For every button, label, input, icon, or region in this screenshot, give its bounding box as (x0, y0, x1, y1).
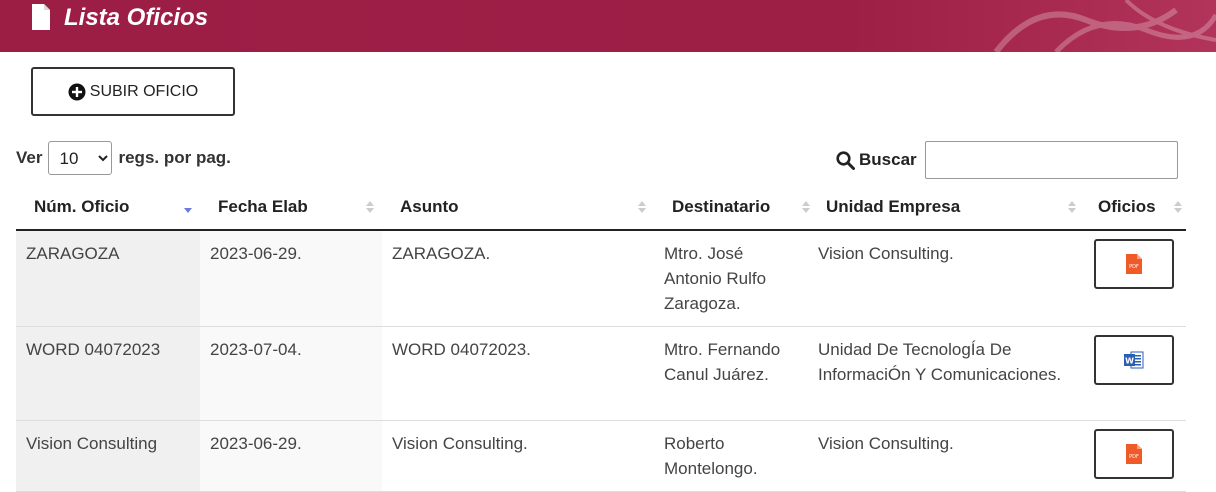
sort-icon (1068, 201, 1076, 213)
pdf-icon: PDF (1126, 444, 1142, 464)
col-header-label: Fecha Elab (218, 196, 308, 216)
page-length-select[interactable]: 10 (48, 141, 113, 175)
page-header: Lista Oficios (0, 0, 1216, 52)
col-header-label: Núm. Oficio (34, 196, 130, 216)
search-control: Buscar (836, 141, 1178, 179)
sort-icon (638, 201, 646, 213)
col-header-num-oficio[interactable]: Núm. Oficio (16, 184, 200, 231)
pdf-icon: PDF (1126, 254, 1142, 274)
svg-text:PDF: PDF (1129, 264, 1139, 270)
plus-circle-icon (68, 83, 86, 100)
page-length-control: Ver 10 regs. por pag. (16, 140, 231, 176)
col-header-oficios[interactable]: Oficios (1084, 184, 1186, 231)
col-header-destinatario[interactable]: Destinatario (654, 184, 810, 231)
cell-oficios: PDF (1084, 230, 1186, 327)
cell-num-oficio: ZARAGOZA (16, 230, 200, 327)
sort-icon (366, 201, 374, 213)
col-header-label: Asunto (400, 196, 459, 216)
cell-oficios: PDF (1084, 420, 1186, 492)
length-suffix: regs. por pag. (118, 148, 231, 167)
col-header-fecha-elab[interactable]: Fecha Elab (200, 184, 382, 231)
cell-asunto: Vision Consulting. (382, 420, 654, 492)
col-header-unidad-empresa[interactable]: Unidad Empresa (808, 184, 1084, 231)
sort-desc-icon (184, 208, 192, 213)
header-pattern (993, 0, 1216, 52)
cell-unidad: Vision Consulting. (808, 420, 1084, 492)
upload-oficio-button[interactable]: SUBIR OFICIO (31, 67, 235, 116)
search-label-text: Buscar (859, 150, 917, 169)
table-header-row: Núm. Oficio Fecha Elab Asunto Destinatar… (16, 184, 1186, 231)
table-row: Vision Consulting 2023-06-29. Vision Con… (16, 420, 1186, 492)
cell-oficios: W (1084, 326, 1186, 421)
length-prefix: Ver (16, 148, 43, 167)
cell-destinatario: Mtro. José Antonio Rulfo Zaragoza. (654, 230, 808, 327)
col-header-label: Oficios (1098, 196, 1156, 216)
table-row: WORD 04072023 2023-07-04. WORD 04072023.… (16, 326, 1186, 421)
search-label: Buscar (836, 150, 917, 170)
cell-asunto: ZARAGOZA. (382, 230, 654, 327)
cell-destinatario: Mtro. Fernando Canul Juárez. (654, 326, 808, 421)
cell-destinatario: Roberto Montelongo. (654, 420, 808, 492)
col-header-label: Destinatario (672, 196, 771, 216)
cell-unidad: Unidad De TecnologÍa De InformaciÓn Y Co… (808, 326, 1084, 421)
table-row: ZARAGOZA 2023-06-29. ZARAGOZA. Mtro. Jos… (16, 230, 1186, 327)
cell-unidad: Vision Consulting. (808, 230, 1084, 327)
svg-text:W: W (1125, 356, 1134, 365)
col-header-label: Unidad Empresa (826, 196, 961, 216)
page-title: Lista Oficios (64, 4, 209, 31)
col-header-asunto[interactable]: Asunto (382, 184, 654, 231)
download-word-button[interactable]: W (1094, 335, 1174, 385)
search-icon (836, 150, 855, 170)
sort-icon (1174, 201, 1182, 213)
cell-asunto: WORD 04072023. (382, 326, 654, 421)
cell-fecha: 2023-06-29. (200, 420, 382, 492)
file-icon (32, 4, 50, 30)
word-icon: W (1124, 351, 1144, 369)
cell-fecha: 2023-07-04. (200, 326, 382, 421)
download-pdf-button[interactable]: PDF (1094, 239, 1174, 289)
upload-button-label: SUBIR OFICIO (89, 82, 199, 100)
download-pdf-button[interactable]: PDF (1094, 429, 1174, 479)
svg-text:PDF: PDF (1129, 454, 1139, 460)
cell-fecha: 2023-06-29. (200, 230, 382, 327)
oficios-table: Núm. Oficio Fecha Elab Asunto Destinatar… (16, 184, 1186, 492)
search-input[interactable] (924, 141, 1178, 179)
cell-num-oficio: Vision Consulting (16, 420, 200, 492)
cell-num-oficio: WORD 04072023 (16, 326, 200, 421)
